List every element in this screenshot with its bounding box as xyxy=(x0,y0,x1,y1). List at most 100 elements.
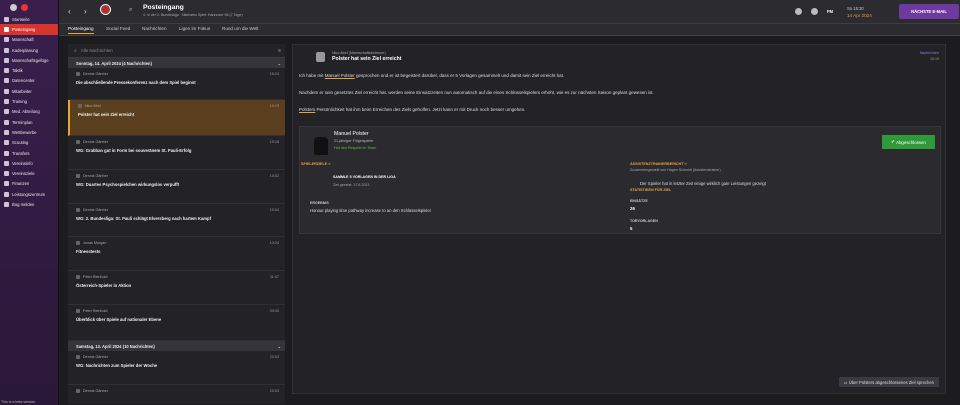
message-search-placeholder: Alle Nachrichten xyxy=(80,48,113,53)
message-item-subject xyxy=(76,393,279,397)
message-item-sender: Dennis Gärtner xyxy=(76,385,279,393)
sidebar-item-posteingang[interactable]: Posteingang xyxy=(0,24,58,35)
sidebar-item-finanzen[interactable]: Finanzen xyxy=(0,179,58,189)
date-header[interactable]: Sonntag, 14. April 2024 (4 Nachrichten) … xyxy=(68,58,285,68)
tab-rund-um-die-welt[interactable]: Rund um die Welt xyxy=(222,26,258,31)
help-icon[interactable] xyxy=(811,8,818,15)
player-name[interactable]: Manuel Polster xyxy=(334,131,369,137)
tab-nachrichten[interactable]: Nachrichten xyxy=(142,26,167,31)
sidebar-item-label: Mannschaft xyxy=(12,37,34,43)
player-link[interactable]: Polsters xyxy=(299,107,315,112)
message-item[interactable]: Peter Reinhold Österreich-Spieler in Akti… xyxy=(68,271,285,305)
club-crest-icon[interactable] xyxy=(100,4,111,15)
message-item-subject: WG: 2. Bundesliga: St. Pauli schlägt Elv… xyxy=(76,216,211,221)
sidebar-item-training[interactable]: Training xyxy=(0,96,58,106)
message-category: Nachrichten xyxy=(919,51,939,55)
message-item-sender: Dennis Gärtner xyxy=(76,170,279,178)
message-sender[interactable]: Nico Abel (Mannschaftsbetreuer) xyxy=(332,51,386,55)
discuss-goal-button[interactable]: ▭ Über Polsters abgeschlossenes Ziel spr… xyxy=(838,377,939,387)
completed-button[interactable]: ✔ Abgeschlossen xyxy=(882,135,935,149)
tab-social-feed[interactable]: Social Feed xyxy=(106,26,130,31)
sidebar-item-transfers[interactable]: Transfers xyxy=(0,148,58,158)
message-item[interactable]: Jonas Morgan Fitnesstests 13:24 xyxy=(68,237,285,271)
sidebar-item-mannschaftsgefüge[interactable]: Mannschaftsgefüge xyxy=(0,55,58,65)
search-icon[interactable]: ⌕ xyxy=(129,7,132,14)
message-search[interactable]: ⌕ Alle Nachrichten ≡ xyxy=(68,44,285,58)
sender-avatar xyxy=(76,389,80,393)
tab-bar: Posteingang Social Feed Nachrichten Lige… xyxy=(59,24,960,36)
tab-posteingang[interactable]: Posteingang xyxy=(68,26,94,34)
message-item-time: 20:03 xyxy=(269,389,279,393)
beta-label: This is a beta version xyxy=(1,400,35,404)
sidebar-item-label: Training xyxy=(12,99,27,105)
message-item[interactable]: Peter Reinhold Überblick über Spiele auf … xyxy=(68,305,285,341)
sidebar-item-scouting[interactable]: Scouting xyxy=(0,138,58,148)
message-item-sender: Dennis Gärtner xyxy=(76,204,279,212)
sidebar-item-taktik[interactable]: Taktik xyxy=(0,65,58,75)
sender-avatar xyxy=(76,140,80,144)
sidebar-item-startseite[interactable]: Startseite xyxy=(0,14,58,24)
sidebar-item-icon xyxy=(4,171,9,177)
sidebar-item-mannschaft[interactable]: Mannschaft xyxy=(0,35,58,45)
club-badge-icon[interactable] xyxy=(21,3,28,11)
message-item-sender: Peter Reinhold xyxy=(76,271,279,279)
sidebar-item-icon xyxy=(4,160,9,166)
message-item-sender: Nico Abel xyxy=(78,100,279,108)
sidebar-item-vereinsziele[interactable]: Vereinsziele xyxy=(0,168,58,178)
sidebar-item-icon xyxy=(4,140,9,146)
chevron-down-icon: ⌄ xyxy=(277,60,281,66)
message-item-sender: Dennis Gärtner xyxy=(76,68,279,76)
message-item[interactable]: Nico Abel Polster hat sein Ziel erreicht 1… xyxy=(68,100,285,136)
sidebar-item-leistungszentrum[interactable]: Leistungszentrum xyxy=(0,189,58,199)
date-header[interactable]: Samstag, 13. April 2024 (10 Nachrichten)… xyxy=(68,341,285,351)
sidebar-item-icon xyxy=(4,57,9,63)
sidebar-item-icon xyxy=(4,119,9,125)
sidebar-item-icon xyxy=(4,201,9,207)
sidebar-item-wettbewerbe[interactable]: Wettbewerbe xyxy=(0,127,58,137)
sender-avatar xyxy=(76,72,80,76)
back-icon[interactable]: ‹ xyxy=(68,7,71,16)
tab-ligen-im-fokus[interactable]: Ligen im Fokus xyxy=(179,26,210,31)
sender-avatar xyxy=(78,104,82,108)
message-item-subject: WG: Nachrichten zum Spieler der Woche xyxy=(76,363,158,368)
sidebar-item-terminplan[interactable]: Terminplan xyxy=(0,117,58,127)
sidebar-item-datencenter[interactable]: Datencenter xyxy=(0,76,58,86)
sidebar-item-icon xyxy=(4,99,9,105)
next-email-button[interactable]: NÄCHSTE E-MAIL xyxy=(899,4,959,19)
message-item-sender: Jonas Morgan xyxy=(76,237,279,245)
sidebar-item-label: Vereinsziele xyxy=(12,171,35,177)
report-author: Zusammengestellt von Hagen Schmidt (Assi… xyxy=(630,168,721,172)
sidebar-item-label: Mannschaftsgefüge xyxy=(12,57,49,63)
sender-name: Peter Reinhold xyxy=(83,309,108,313)
completed-button-label: Abgeschlossen xyxy=(896,139,926,145)
menu-icon[interactable]: ≡ xyxy=(278,48,281,54)
message-item[interactable]: Dennis Gärtner Die abschließende Presseko… xyxy=(68,68,285,100)
message-item[interactable]: Dennis Gärtner 20:03 xyxy=(68,385,285,404)
message-list: ⌕ Alle Nachrichten ≡ Sonntag, 14. April … xyxy=(68,44,285,404)
sidebar-item-mitarbeiter[interactable]: Mitarbeiter xyxy=(0,86,58,96)
player-link[interactable]: Manuel Polster xyxy=(325,73,355,78)
paragraph-text: gesprochen und er ist begeistert darüber… xyxy=(354,73,565,78)
sidebar-item-kaderplanung[interactable]: Kaderplanung xyxy=(0,45,58,55)
sidebar-item-label: Transfers xyxy=(12,150,30,156)
profile-icon[interactable] xyxy=(10,3,17,11)
settings-icon[interactable] xyxy=(795,8,802,15)
message-paragraph: Polsters Persönlichkeit hat ihm beim Err… xyxy=(299,107,525,112)
message-item-subject: WG: Duartes Psychospielchen wirkungslos … xyxy=(76,182,180,187)
chevron-down-icon: ⌄ xyxy=(277,343,281,349)
forward-icon[interactable]: › xyxy=(84,7,87,16)
sidebar-item-med-abteilung[interactable]: Med. Abteilung xyxy=(0,107,58,117)
message-item[interactable]: Dennis Gärtner WG: Duartes Psychospielche… xyxy=(68,170,285,204)
date-header-label: Sonntag, 14. April 2024 (4 Nachrichten) xyxy=(76,60,152,66)
player-card: Manuel Polster 21-jähriger Flügelspieler… xyxy=(299,126,941,234)
message-item[interactable]: Dennis Gärtner WG: 2. Bundesliga: St. Pau… xyxy=(68,204,285,237)
message-item[interactable]: Dennis Gärtner WG: Nachrichten zum Spiele… xyxy=(68,351,285,385)
sidebar-item-bug-melden[interactable]: Bug melden xyxy=(0,199,58,209)
sidebar-item-icon xyxy=(4,26,9,32)
fm-logo[interactable]: FM xyxy=(827,9,833,14)
message-item[interactable]: Dennis Gärtner WG: Grabban gut in Form be… xyxy=(68,136,285,170)
paragraph-text: Persönlichkeit hat ihm beim Erreichen de… xyxy=(315,107,526,112)
goal-section-title[interactable]: SPIELERZIELE > xyxy=(301,162,330,166)
report-section-title[interactable]: ASSISTENZTRAINERBERICHT > xyxy=(630,162,687,166)
sidebar-item-vereinsinfo[interactable]: Vereinsinfo xyxy=(0,158,58,168)
